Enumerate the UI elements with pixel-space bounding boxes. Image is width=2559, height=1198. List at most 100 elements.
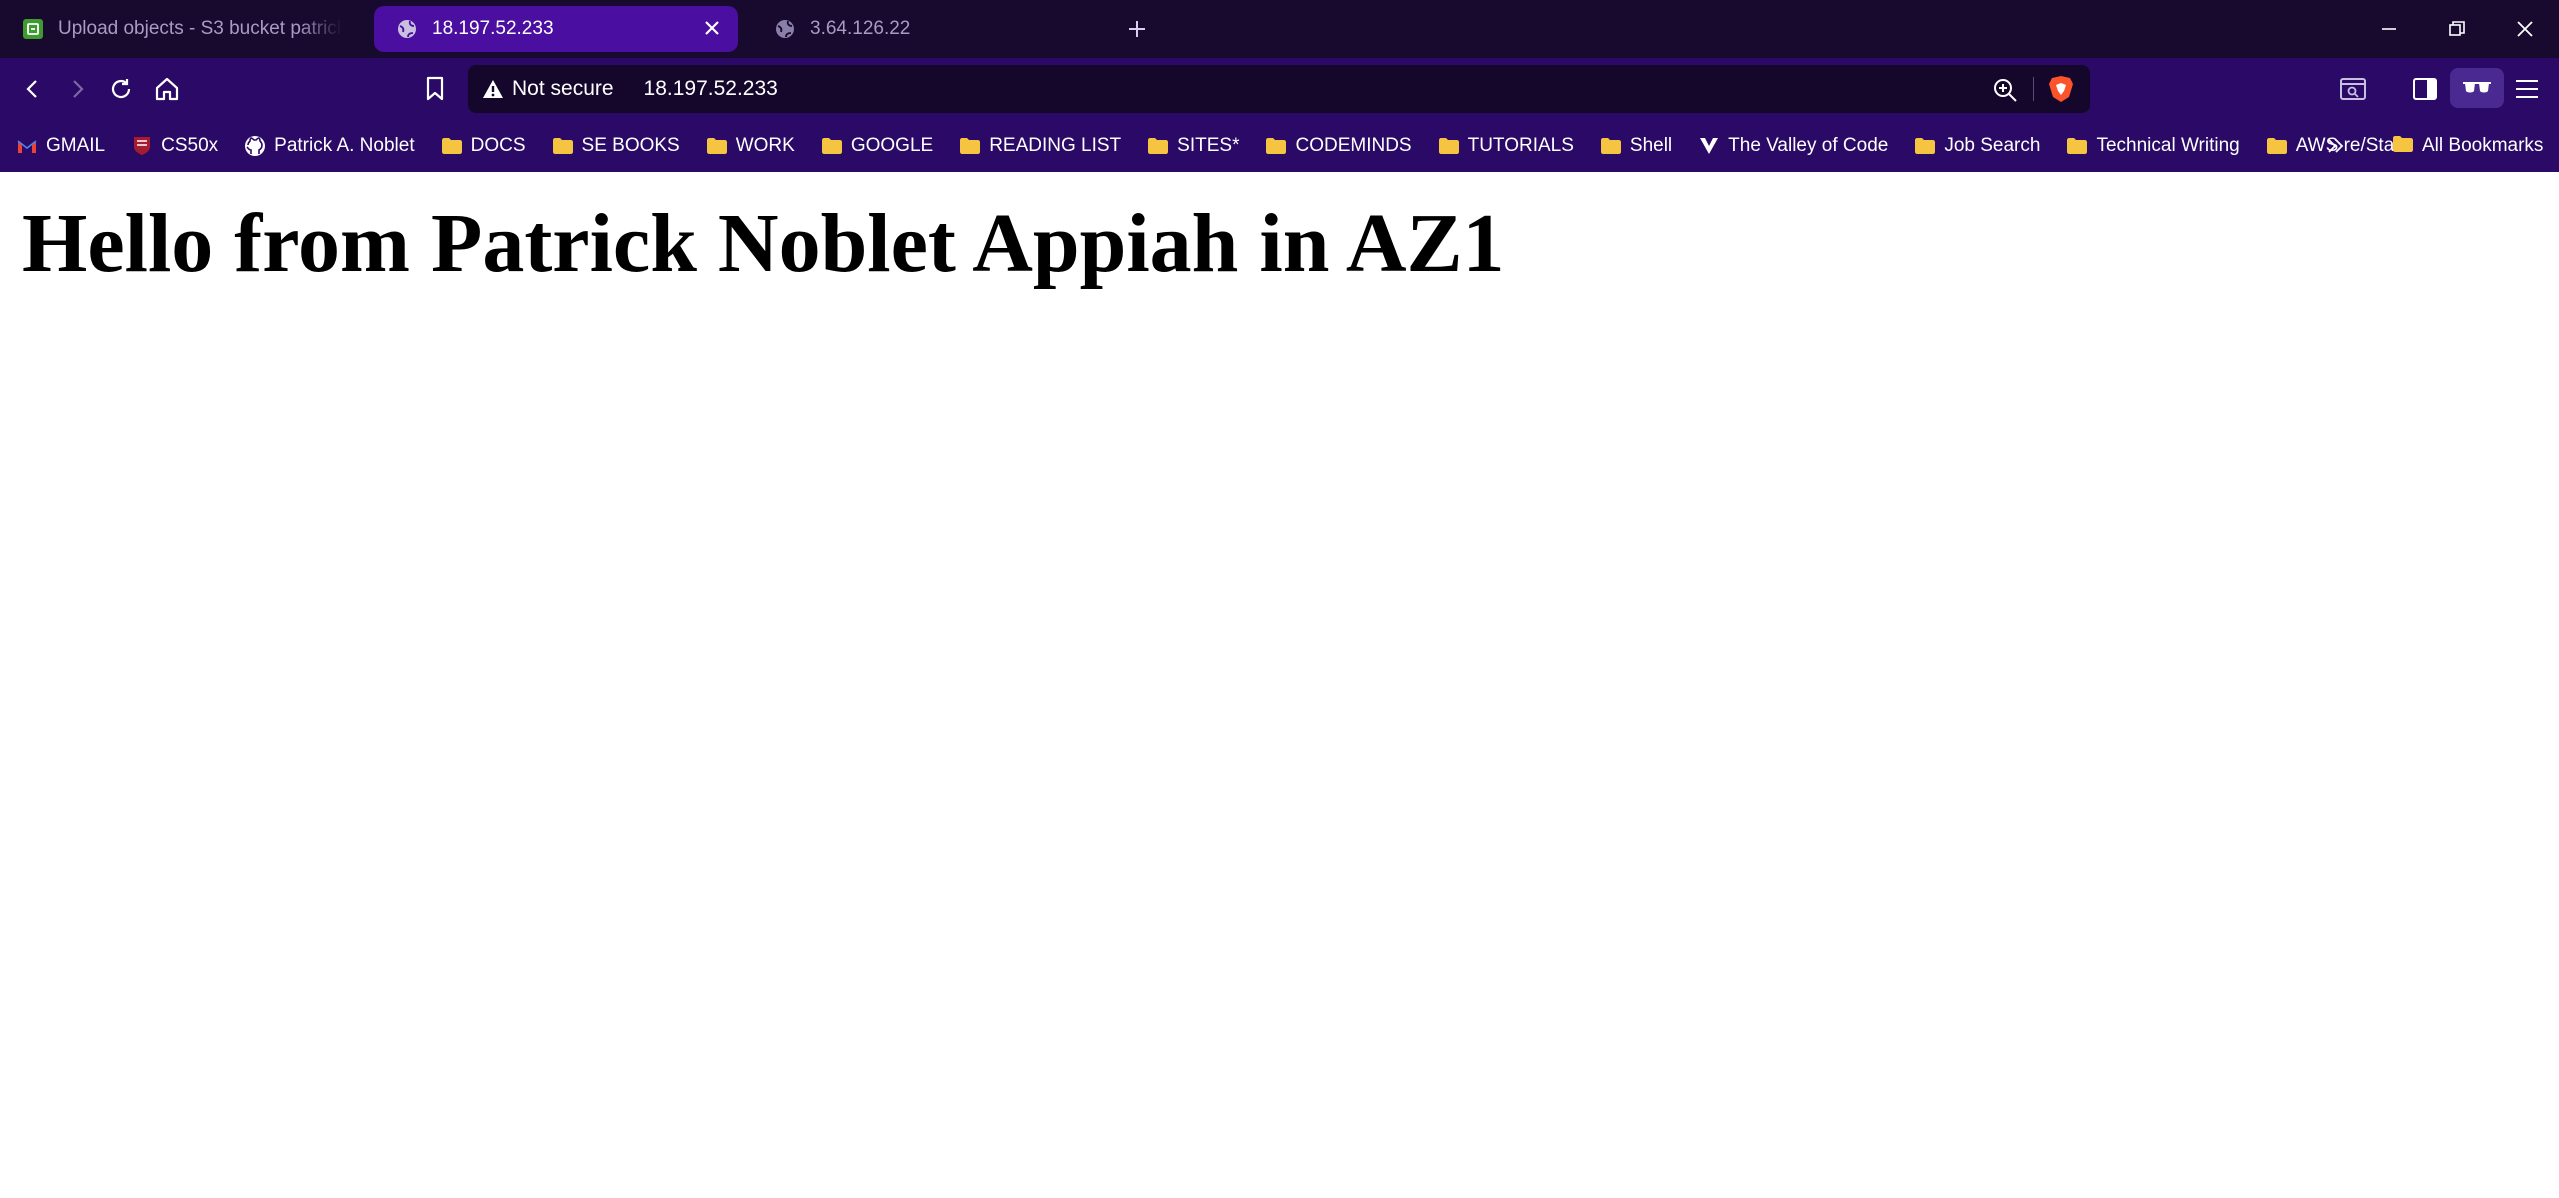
bookmark-folder-docs[interactable]: DOCS <box>441 135 526 157</box>
chevron-left-icon <box>26 80 37 98</box>
bookmark-folder-job-search[interactable]: Job Search <box>1914 135 2040 157</box>
brave-lion-icon <box>2049 76 2073 102</box>
page-heading: Hello from Patrick Noblet Appiah in AZ1 <box>22 197 1505 290</box>
zoom-button[interactable] <box>1992 77 2018 108</box>
folder-icon <box>2266 135 2288 157</box>
folder-icon <box>1914 135 1936 157</box>
folder-icon <box>1147 135 1169 157</box>
bookmark-gmail[interactable]: GMAIL <box>16 135 105 157</box>
bookmark-folder-sites[interactable]: SITES* <box>1147 135 1239 157</box>
all-bookmarks-label: All Bookmarks <box>2422 135 2544 156</box>
url-text[interactable]: 18.197.52.233 <box>644 77 778 101</box>
tab-title: 18.197.52.233 <box>432 18 554 39</box>
bookmark-label: TUTORIALS <box>1467 135 1574 156</box>
bookmark-folder-se-books[interactable]: SE BOOKS <box>552 135 680 157</box>
bookmark-label: Technical Writing <box>2096 135 2240 156</box>
address-bar[interactable]: Not secure 18.197.52.233 <box>468 65 2090 113</box>
navigation-toolbar: Not secure 18.197.52.233 <box>0 58 2559 120</box>
folder-icon <box>441 135 463 157</box>
valley-of-code-icon <box>1698 135 1720 157</box>
bookmark-label: CODEMINDS <box>1295 135 1412 156</box>
back-button[interactable] <box>18 74 48 104</box>
aws-s3-favicon-icon <box>23 19 43 39</box>
bookmarks-overflow-button[interactable] <box>2322 132 2350 160</box>
tab-active[interactable]: 18.197.52.233 <box>374 6 738 52</box>
bookmark-label: GOOGLE <box>850 135 934 156</box>
plus-icon <box>1129 21 1145 37</box>
harvard-shield-icon <box>131 135 153 157</box>
restore-icon <box>2449 21 2465 36</box>
bookmark-folder-reading-list[interactable]: READING LIST <box>959 135 1121 157</box>
home-icon <box>155 77 179 101</box>
window-controls <box>2355 0 2559 58</box>
bookmark-label: The Valley of Code <box>1728 135 1889 156</box>
folder-icon <box>1600 135 1622 157</box>
browser-chrome: Upload objects - S3 bucket patrick-ap 18… <box>0 0 2559 172</box>
bookmark-folder-tutorials[interactable]: TUTORIALS <box>1438 135 1574 157</box>
tab-s3-upload[interactable]: Upload objects - S3 bucket patrick-ap <box>0 6 360 52</box>
bookmark-github[interactable]: Patrick A. Noblet <box>244 135 415 157</box>
warning-icon[interactable] <box>482 78 504 100</box>
bookmark-label: SE BOOKS <box>581 135 680 156</box>
folder-icon <box>552 135 574 157</box>
double-chevron-right-icon <box>2328 139 2344 153</box>
minimize-icon <box>2382 28 2396 30</box>
hamburger-menu-icon <box>2516 80 2538 98</box>
gmail-icon <box>16 135 38 157</box>
bookmark-label: Patrick A. Noblet <box>274 135 415 156</box>
bookmark-cs50x[interactable]: CS50x <box>131 135 218 157</box>
tab-search-icon <box>2340 78 2366 100</box>
bookmark-folder-work[interactable]: WORK <box>706 135 795 157</box>
bookmarks-bar: GMAIL CS50x Patrick A. Noblet DOCS SE BO… <box>0 120 2559 172</box>
tab-strip: Upload objects - S3 bucket patrick-ap 18… <box>0 0 2559 58</box>
globe-icon <box>398 20 416 38</box>
all-bookmarks-folder[interactable]: All Bookmarks <box>2392 120 2543 172</box>
main-menu-button[interactable] <box>2512 74 2542 104</box>
brave-shields-button[interactable] <box>2048 75 2074 108</box>
private-window-button[interactable] <box>2450 68 2504 108</box>
bookmark-valley-of-code[interactable]: The Valley of Code <box>1698 135 1888 157</box>
divider <box>2033 77 2034 101</box>
security-status-label[interactable]: Not secure <box>512 77 614 101</box>
bookmark-label: Job Search <box>1944 135 2041 156</box>
bookmark-label: AWS re/Start <box>2295 135 2406 156</box>
new-tab-button[interactable] <box>1122 14 1152 44</box>
restore-button[interactable] <box>2423 0 2491 58</box>
bookmark-label: Shell <box>1629 135 1673 156</box>
tab-3-64-126-22[interactable]: 3.64.126.22 <box>752 6 1092 52</box>
bookmark-folder-technical-writing[interactable]: Technical Writing <box>2066 135 2240 157</box>
bookmark-folder-google[interactable]: GOOGLE <box>821 135 933 157</box>
zoom-in-icon <box>1994 79 2017 102</box>
folder-icon <box>706 135 728 157</box>
bookmark-folder-shell[interactable]: Shell <box>1600 135 1672 157</box>
glasses-icon <box>2463 82 2491 93</box>
chevron-right-icon <box>73 80 84 98</box>
forward-button[interactable] <box>62 74 92 104</box>
home-button[interactable] <box>152 74 182 104</box>
close-window-button[interactable] <box>2491 0 2559 58</box>
bookmark-label: READING LIST <box>989 135 1122 156</box>
bookmark-folder-codeminds[interactable]: CODEMINDS <box>1265 135 1412 157</box>
reload-icon <box>111 79 131 99</box>
globe-icon <box>776 20 794 38</box>
bookmark-label: SITES* <box>1177 135 1240 156</box>
tab-search-button[interactable] <box>2338 74 2368 104</box>
close-tab-icon[interactable] <box>704 17 720 41</box>
page-content: Hello from Patrick Noblet Appiah in AZ1 <box>0 197 2559 290</box>
github-icon <box>244 135 266 157</box>
minimize-button[interactable] <box>2355 0 2423 58</box>
bookmark-label: CS50x <box>161 135 219 156</box>
folder-icon <box>2066 135 2088 157</box>
sidebar-toggle-button[interactable] <box>2410 74 2440 104</box>
reload-button[interactable] <box>106 74 136 104</box>
folder-icon <box>1438 135 1460 157</box>
bookmark-label: DOCS <box>470 135 526 156</box>
folder-icon <box>959 135 981 157</box>
sidebar-icon <box>2413 78 2437 100</box>
folder-icon <box>821 135 843 157</box>
bookmark-icon <box>426 76 444 101</box>
bookmark-label: WORK <box>735 135 795 156</box>
tab-title: 3.64.126.22 <box>810 18 911 39</box>
bookmark-page-button[interactable] <box>420 74 450 104</box>
tab-title: Upload objects - S3 bucket patrick-ap <box>58 18 342 39</box>
